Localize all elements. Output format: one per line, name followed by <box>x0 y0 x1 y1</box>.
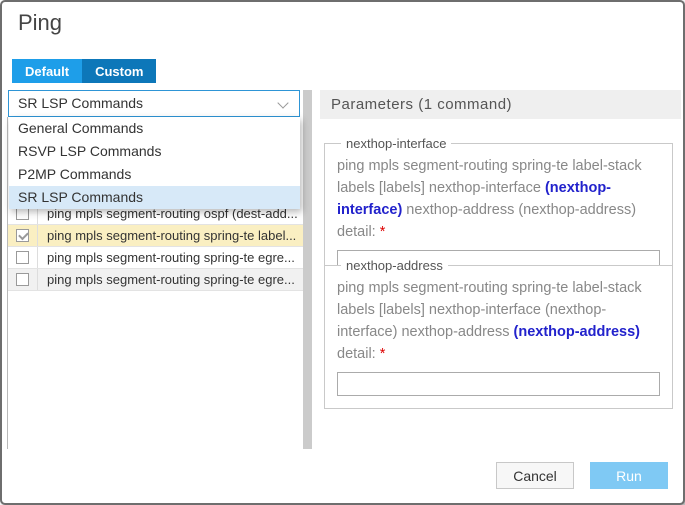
command-checkbox[interactable] <box>16 251 29 264</box>
tab-default[interactable]: Default <box>12 59 82 83</box>
dropdown-option-sr-lsp[interactable]: SR LSP Commands <box>9 186 300 209</box>
dropdown-option-general[interactable]: General Commands <box>9 117 300 140</box>
command-type-value: SR LSP Commands <box>18 95 143 111</box>
command-label: ping mpls segment-routing spring-te egre… <box>38 250 303 265</box>
required-marker: * <box>380 224 386 240</box>
command-row[interactable]: ping mpls segment-routing spring-te egre… <box>8 247 303 269</box>
command-checkbox[interactable] <box>16 273 29 286</box>
param-emphasis: (nexthop-address) <box>514 324 641 340</box>
ping-dialog: Ping Default Custom SR LSP Commands ping… <box>0 0 685 505</box>
command-type-select[interactable]: SR LSP Commands <box>8 90 300 117</box>
tab-custom[interactable]: Custom <box>82 59 156 83</box>
param-group-legend: nexthop-address <box>341 258 448 273</box>
dropdown-option-p2mp[interactable]: P2MP Commands <box>9 163 300 186</box>
command-type-dropdown: General Commands RSVP LSP Commands P2MP … <box>9 117 300 209</box>
command-row[interactable]: ping mpls segment-routing spring-te labe… <box>8 225 303 247</box>
cancel-button[interactable]: Cancel <box>496 462 574 489</box>
param-description: ping mpls segment-routing spring-te labe… <box>337 277 660 365</box>
tab-bar: Default Custom <box>12 59 156 83</box>
dropdown-option-rsvp-lsp[interactable]: RSVP LSP Commands <box>9 140 300 163</box>
command-row[interactable]: ping mpls segment-routing spring-te egre… <box>8 269 303 291</box>
parameters-header: Parameters (1 command) <box>320 90 681 119</box>
nexthop-address-input[interactable] <box>337 372 660 396</box>
command-label: ping mpls segment-routing spring-te egre… <box>38 272 303 287</box>
command-checkbox[interactable] <box>16 229 29 242</box>
param-group-nexthop-address: nexthop-address ping mpls segment-routin… <box>324 258 673 409</box>
command-list: ping mpls segment-routing ospf (dest-add… <box>8 203 303 291</box>
command-list-scrollbar[interactable] <box>303 90 312 449</box>
param-group-legend: nexthop-interface <box>341 136 451 151</box>
dialog-title: Ping <box>18 10 62 36</box>
chevron-down-icon <box>277 97 288 108</box>
param-description: ping mpls segment-routing spring-te labe… <box>337 155 660 243</box>
command-label: ping mpls segment-routing spring-te labe… <box>38 228 303 243</box>
required-marker: * <box>380 346 386 362</box>
run-button[interactable]: Run <box>590 462 668 489</box>
